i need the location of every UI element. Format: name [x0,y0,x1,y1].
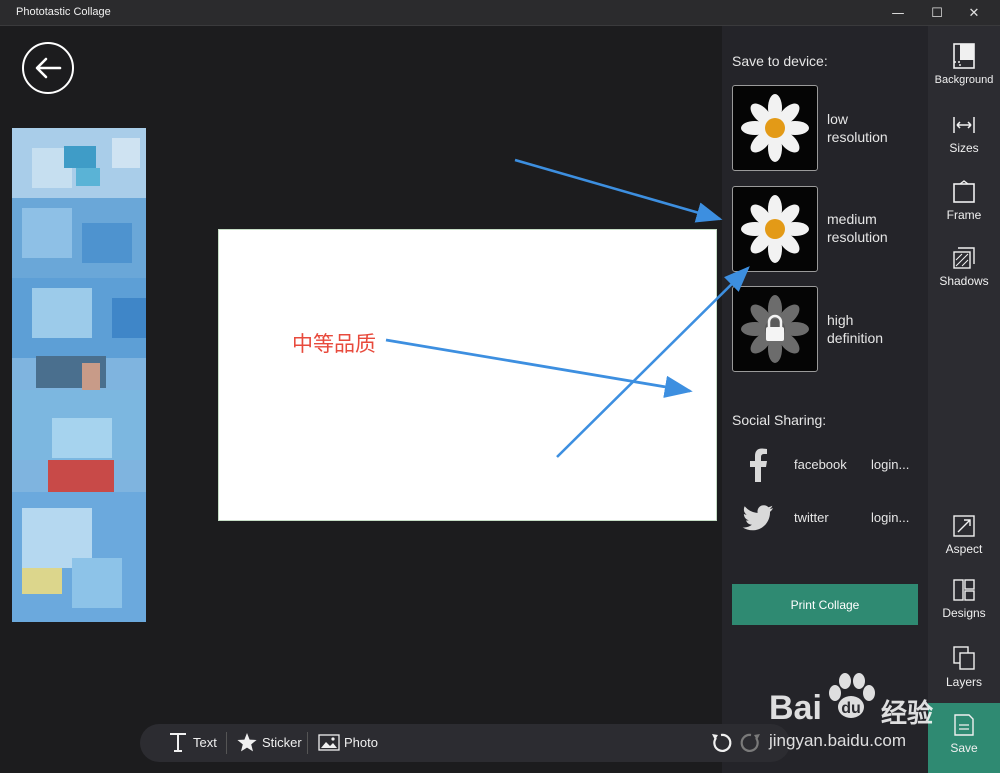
print-collage-button[interactable]: Print Collage [732,584,918,625]
high-definition-thumbnail[interactable] [732,286,818,372]
medium-resolution-thumbnail[interactable] [732,186,818,272]
toolbar-divider [226,732,227,754]
tool-frame[interactable]: Frame [928,180,1000,240]
low-resolution-option[interactable]: low resolution [827,110,917,146]
tool-background-label: Background [934,74,994,86]
collage-canvas[interactable] [218,229,717,521]
daisy-icon [741,195,809,263]
svg-text:du: du [841,700,861,717]
watermark-url: jingyan.baidu.com [769,731,907,750]
frame-icon [953,180,975,203]
designs-icon [953,579,975,601]
add-text-button[interactable]: Text [168,731,217,753]
shadow-icon [953,247,975,269]
back-button[interactable] [22,42,74,94]
social-sharing-heading: Social Sharing: [732,412,827,428]
add-photo-label: Photo [344,735,378,750]
redo-icon[interactable] [740,732,762,754]
watermark-brand: Bai [769,689,822,727]
tool-sizes[interactable]: Sizes [928,113,1000,173]
facebook-label: facebook [794,457,847,472]
twitter-login-link[interactable]: login... [871,510,909,525]
twitter-icon[interactable] [742,504,774,532]
resize-horizontal-icon [953,117,975,133]
medium-resolution-label-line2: resolution [827,229,888,245]
undo-icon[interactable] [710,732,732,754]
add-text-label: Text [193,734,217,750]
annotation-text: 中等品质 [292,332,376,356]
medium-resolution-label-line1: medium [827,211,877,227]
toolbar-divider [307,732,308,754]
twitter-label: twitter [794,510,829,525]
tool-designs-label: Designs [942,606,986,620]
close-button[interactable]: ✕ [962,3,986,23]
star-icon [237,733,257,752]
collage-side-photo[interactable] [12,128,146,622]
facebook-login-link[interactable]: login... [871,457,909,472]
high-definition-label-line1: high [827,312,854,328]
minimize-button[interactable]: — [886,3,910,23]
tool-aspect-label: Aspect [945,542,983,556]
window-title: Phototastic Collage [16,6,111,18]
medium-resolution-option[interactable]: medium resolution [827,210,917,246]
daisy-icon [741,295,809,363]
save-to-device-heading: Save to device: [732,53,828,69]
image-icon [318,734,340,751]
aspect-icon [953,515,975,537]
tool-aspect[interactable]: Aspect [928,514,1000,574]
arrow-left-icon [35,57,62,79]
text-icon [170,733,186,752]
low-resolution-label-line2: resolution [827,129,888,145]
title-bar [0,0,1000,26]
add-sticker-button[interactable]: Sticker [236,732,302,753]
tool-shadows[interactable]: Shadows [928,246,1000,306]
facebook-icon[interactable] [746,448,770,482]
tool-designs[interactable]: Designs [928,578,1000,638]
arrow-to-medium-resolution [514,158,723,223]
paw-icon: du [823,669,879,725]
tool-background[interactable]: Background [928,42,1000,102]
add-sticker-label: Sticker [262,735,302,750]
tool-shadows-label: Shadows [939,274,989,288]
daisy-icon [741,94,809,162]
background-icon [953,43,975,69]
low-resolution-thumbnail[interactable] [732,85,818,171]
add-photo-button[interactable]: Photo [318,734,378,751]
low-resolution-label-line1: low [827,111,849,127]
high-definition-label-line2: definition [827,330,884,346]
watermark-brand-cn: 经验 [881,699,934,729]
tool-sizes-label: Sizes [949,141,979,155]
high-definition-option[interactable]: high definition [827,311,917,347]
tool-frame-label: Frame [946,208,982,222]
baidu-watermark: Bai du 经验 jingyan.baidu.com [765,665,1000,773]
maximize-button[interactable]: ☐ [925,3,949,23]
